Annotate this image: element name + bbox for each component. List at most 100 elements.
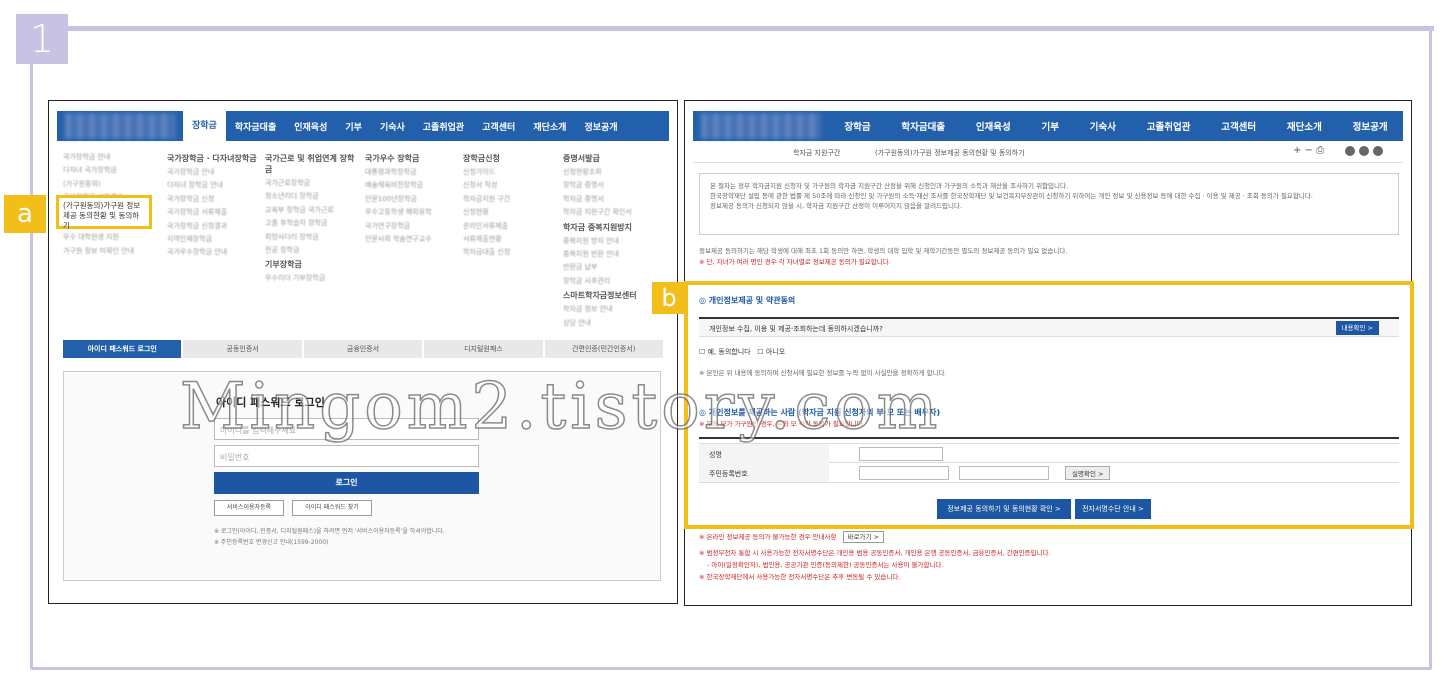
- mega-menu-item[interactable]: 다자녀 장학금 안내: [167, 181, 262, 189]
- mega-menu-item[interactable]: 신청현황: [463, 208, 558, 216]
- mega-menu-item[interactable]: 학자금 지원구간 확인서: [563, 208, 658, 216]
- nav-item[interactable]: 인재육성: [967, 119, 1020, 133]
- mega-menu-item[interactable]: 인문사회 학술연구교수: [365, 235, 460, 243]
- password-input[interactable]: 비밀번호: [214, 445, 479, 467]
- mega-menu-item[interactable]: 전공 장학금: [265, 246, 360, 254]
- mega-menu-item[interactable]: 신청현황조회: [563, 168, 658, 176]
- mega-column-subtitle[interactable]: 학자금 중복지원방지: [563, 222, 658, 233]
- find-account-button[interactable]: 아이디 패스워드 찾기: [292, 500, 372, 516]
- shortcut-button[interactable]: 바로가기 >: [842, 531, 884, 543]
- mega-column: 국가근로 및 취업연계 장학금국가근로장학금청소년리더 장학금교육부 장학금 국…: [265, 153, 360, 288]
- mega-menu-item[interactable]: 국가장학금 안내: [167, 168, 262, 176]
- mega-menu-item[interactable]: 대통령과학장학금: [365, 168, 460, 176]
- nav-item[interactable]: 기숙사: [1081, 119, 1125, 133]
- mega-menu-item[interactable]: 인문100년장학금: [365, 195, 460, 203]
- mega-menu-item[interactable]: 희망사다리 장학금: [265, 233, 360, 241]
- intro-box: 본 절차는 정부 학자금지원 신청자 및 가구원의 학자금 지원구간 산정을 위…: [699, 173, 1399, 235]
- mega-menu-item[interactable]: 중복지원 방지 안내: [563, 237, 658, 245]
- nav-item[interactable]: 학자금대출: [226, 120, 285, 133]
- mega-menu-item[interactable]: 우수리더 기부장학금: [265, 274, 360, 282]
- nav-item[interactable]: 기부: [336, 120, 371, 133]
- mega-menu-item[interactable]: 국가장학금 신청결과: [167, 222, 262, 230]
- login-tab[interactable]: 디지털원패스: [424, 340, 543, 358]
- login-tab[interactable]: 금융인증서: [303, 340, 423, 358]
- mega-menu-item[interactable]: 학자금 증명서: [563, 195, 658, 203]
- mega-column-title[interactable]: 증명서발급: [563, 153, 658, 164]
- mega-menu-item[interactable]: 상담 안내: [563, 319, 658, 327]
- mega-menu-item[interactable]: 가구원 정보 미확인 안내: [63, 247, 158, 255]
- mega-menu-item[interactable]: 중복지원 반환 안내: [563, 250, 658, 258]
- main-nav: 장학금 학자금대출 인재육성 기부 기숙사 고졸취업관 고객센터 재단소개 정보공개: [57, 111, 669, 141]
- mega-menu-item[interactable]: 청소년리더 장학금: [265, 192, 360, 200]
- breadcrumb-item-1[interactable]: 학자금 지원구간: [793, 148, 840, 158]
- mega-menu-item[interactable]: 교육부 장학금 국가근로: [265, 206, 360, 214]
- mega-menu-item[interactable]: 국가우수장학금 안내: [167, 248, 262, 256]
- nav-item[interactable]: 재단소개: [1278, 119, 1331, 133]
- mega-column: 국가장학금 · 다자녀장학금국가장학금 안내다자녀 장학금 안내국가장학금 신청…: [167, 153, 262, 262]
- mega-menu-item[interactable]: (가구원동의): [63, 180, 158, 188]
- mega-menu-item[interactable]: 고졸 후학습자 장학금: [265, 219, 360, 227]
- mega-menu-item[interactable]: 장학금 증명서: [563, 181, 658, 189]
- nav-item[interactable]: 장학금: [835, 119, 879, 133]
- consent-note: 정보제공 동의하기는 해당 학생에 대해 최초 1회 동의만 하면, 학생의 대…: [699, 247, 1068, 255]
- mega-menu-item[interactable]: 학자금 정보 안내: [563, 305, 658, 313]
- nav-item[interactable]: 고졸취업관: [414, 120, 473, 133]
- zoom-print-tools[interactable]: + − ⎙: [1293, 145, 1324, 156]
- intro-line: 정보제공 동의가 신청되지 않을 시, 학자금 지원구간 산정이 이루어지지 않…: [710, 201, 963, 210]
- nav-item[interactable]: 고객센터: [473, 120, 524, 133]
- consent-note-red: ※ 단, 자녀가 여러 명인 경우 각 자녀별로 정보제공 동의가 필요합니다.: [699, 258, 891, 266]
- breadcrumb-bar: 학자금 지원구간 (가구원동의)가구원 정보제공 동의현황 및 동의하기 + −…: [693, 141, 1403, 163]
- mega-column-title[interactable]: 국가우수 장학금: [365, 153, 460, 164]
- mega-column: 장학금신청신청가이드신청서 작성학자금지원 구간신청현황온라인서류제출서류제출현…: [463, 153, 558, 262]
- mega-column: 증명서발급신청현황조회장학금 증명서학자금 증명서학자금 지원구간 확인서학자금…: [563, 153, 658, 332]
- mega-column-title[interactable]: 장학금신청: [463, 153, 558, 164]
- login-tab[interactable]: 간편인증(민간인증서): [544, 340, 664, 358]
- site-logo-right[interactable]: [701, 113, 821, 139]
- mega-menu-item[interactable]: 온라인서류제출: [463, 222, 558, 230]
- blog-icon[interactable]: [1373, 146, 1383, 156]
- site-logo[interactable]: [65, 113, 175, 139]
- mega-column-subtitle[interactable]: 기부장학금: [265, 259, 360, 270]
- mega-column-title[interactable]: 국가장학금 · 다자녀장학금: [167, 153, 262, 164]
- mega-menu-item[interactable]: 국가연구장학금: [365, 222, 460, 230]
- mega-menu-item[interactable]: 국가장학금 안내: [63, 153, 158, 161]
- mega-menu-item[interactable]: 신청가이드: [463, 168, 558, 176]
- mega-menu-item[interactable]: 신청서 작성: [463, 181, 558, 189]
- mega-menu-item[interactable]: 학자금지원 구간: [463, 195, 558, 203]
- foot-note-3: - 아이(일정확인자), 법인용, 공공기관 인증(동의제한) 공동인증서는 사…: [707, 561, 944, 569]
- mega-menu-item[interactable]: 우수고등학생 해외유학: [365, 208, 460, 216]
- login-tab[interactable]: 아이디 패스워드 로그인: [63, 340, 182, 358]
- mega-menu-item[interactable]: 예술체육비전장학금: [365, 181, 460, 189]
- callout-b-label: b: [652, 282, 686, 314]
- nav-item[interactable]: 기숙사: [371, 120, 414, 133]
- nav-item[interactable]: 정보공개: [575, 120, 626, 133]
- nav-item[interactable]: 고객센터: [1212, 119, 1265, 133]
- mega-menu-item[interactable]: 지역인재장학금: [167, 235, 262, 243]
- callout-a-box[interactable]: (가구원동의)가구원 정보제공 동의현황 및 동의하기: [56, 195, 152, 230]
- mega-menu-item[interactable]: 학자금대출 신청: [463, 248, 558, 256]
- breadcrumb-item-2[interactable]: (가구원동의)가구원 정보제공 동의현황 및 동의하기: [875, 148, 1025, 158]
- twitter-icon[interactable]: [1359, 146, 1369, 156]
- mega-menu-item[interactable]: 우수 대학원생 지원: [63, 233, 158, 241]
- facebook-icon[interactable]: [1345, 146, 1355, 156]
- mega-menu-item[interactable]: 국가근로장학금: [265, 179, 360, 187]
- login-tab[interactable]: 공동인증서: [183, 340, 302, 358]
- nav-item[interactable]: 학자금대출: [892, 119, 954, 133]
- mega-menu-item[interactable]: 장학금 사후관리: [563, 277, 658, 285]
- nav-item[interactable]: 고졸취업관: [1138, 119, 1200, 133]
- mega-column-title[interactable]: 국가근로 및 취업연계 장학금: [265, 153, 360, 175]
- login-button[interactable]: 로그인: [214, 472, 479, 494]
- nav-item[interactable]: 인재육성: [285, 120, 336, 133]
- mega-menu-item[interactable]: 다자녀 국가장학금: [63, 166, 158, 174]
- signup-button[interactable]: 서비스이용자등록: [214, 500, 284, 516]
- mega-menu-item[interactable]: 서류제출현황: [463, 235, 558, 243]
- nav-item[interactable]: 정보공개: [1344, 119, 1397, 133]
- nav-item[interactable]: 기부: [1033, 119, 1068, 133]
- nav-item[interactable]: 장학금: [183, 111, 226, 141]
- mega-menu-item[interactable]: 국가장학금 서류제출: [167, 208, 262, 216]
- mega-menu-item[interactable]: 반환금 납부: [563, 263, 658, 271]
- mega-column-subtitle[interactable]: 스마트학자금정보센터: [563, 290, 658, 301]
- frame-top-bar: [68, 26, 1434, 31]
- nav-item[interactable]: 재단소개: [524, 120, 575, 133]
- mega-menu-item[interactable]: 국가장학금 신청: [167, 195, 262, 203]
